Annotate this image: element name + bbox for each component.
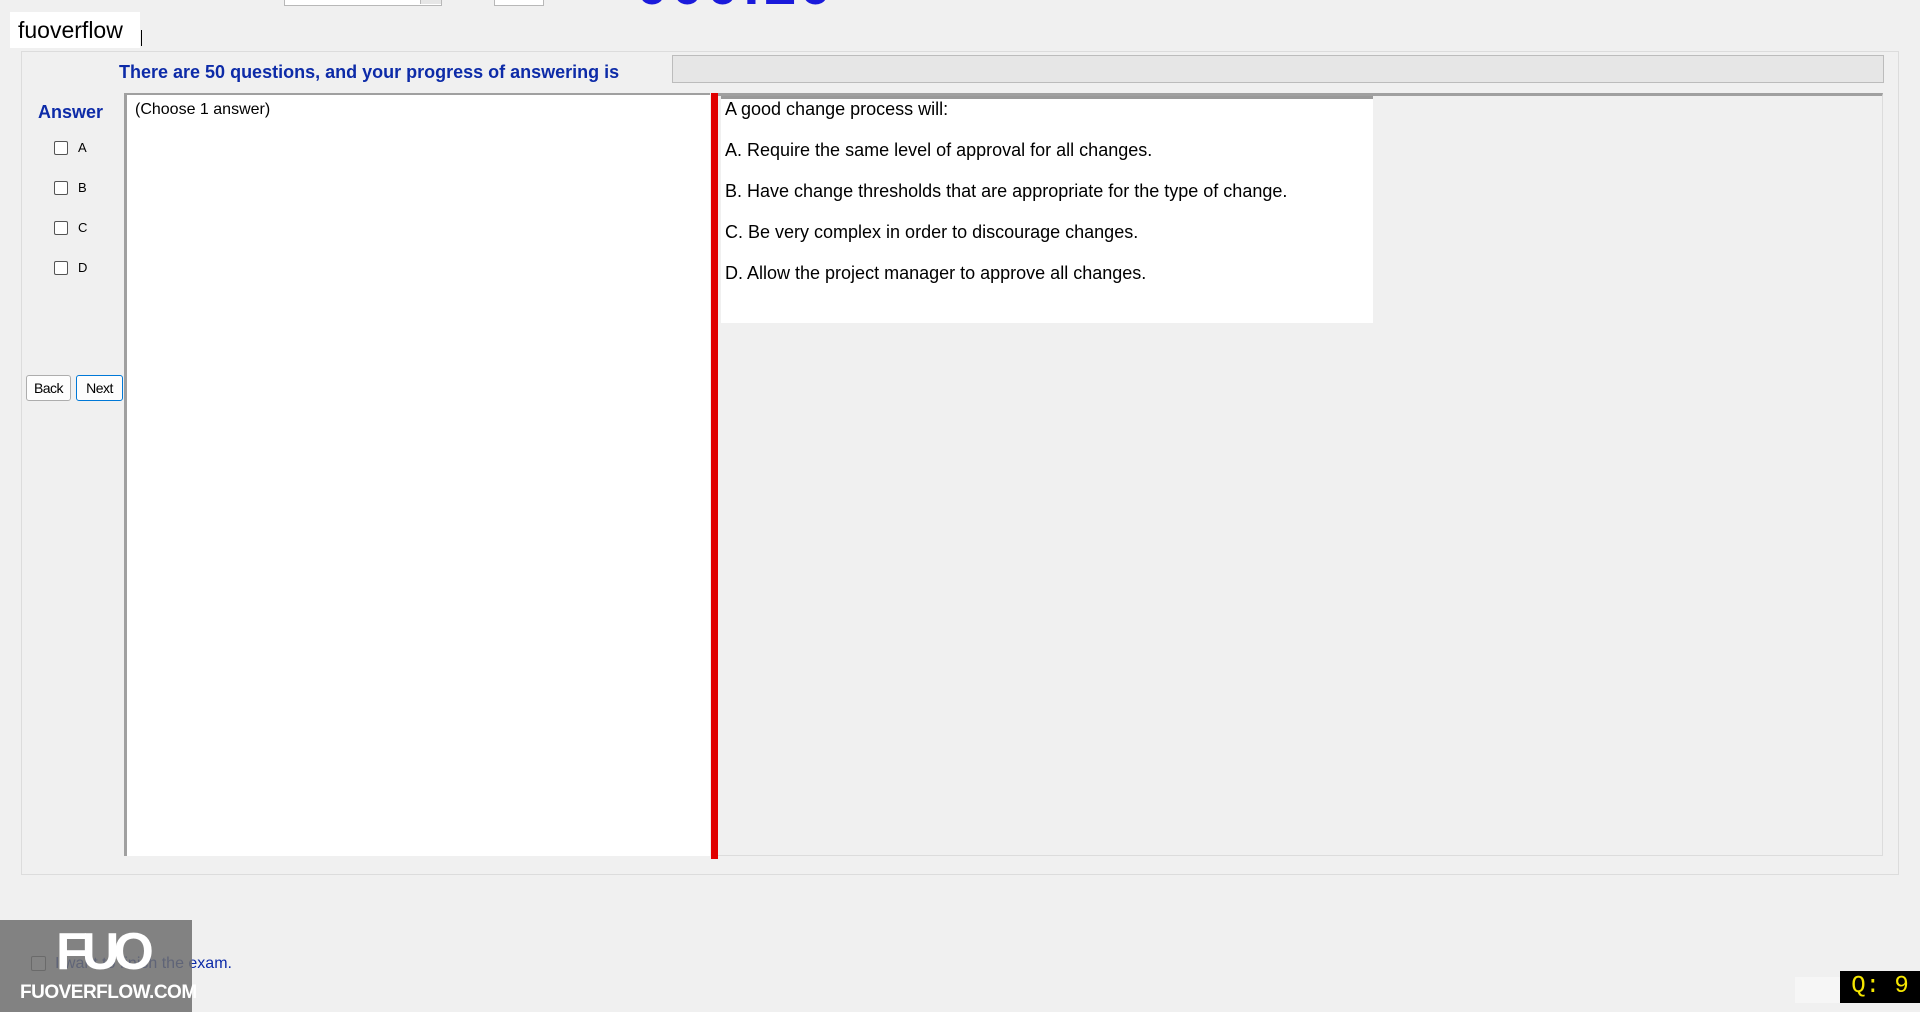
answer-option-b[interactable]: B (54, 180, 87, 195)
logo-text: FUOVERFLOW.COM (20, 982, 197, 1003)
answer-option-label: A (78, 140, 87, 155)
next-button[interactable]: Next (76, 375, 123, 401)
text-cursor (141, 30, 142, 46)
combobox-dropdown-button[interactable] (420, 0, 441, 4)
answer-notes-pane[interactable] (124, 93, 710, 856)
answer-option-label: B (78, 180, 87, 195)
checkbox-b[interactable] (54, 180, 68, 195)
answer-title: Answer (38, 102, 104, 122)
back-button[interactable]: Back (26, 375, 71, 401)
question-choice-c: C. Be very complex in order to discourag… (725, 222, 1139, 242)
checkbox-d[interactable] (54, 260, 68, 275)
question-choice-a: A. Require the same level of approval fo… (725, 140, 1153, 160)
question-number-badge: Q: 9 (1840, 971, 1920, 1003)
status-field (1795, 977, 1845, 1003)
answer-option-label: C (78, 220, 88, 235)
question-choice-b: B. Have change thresholds that are appro… (725, 181, 1288, 201)
answer-option-c[interactable]: C (54, 220, 87, 235)
question-box (721, 96, 1373, 323)
choose-instruction: (Choose 1 answer) (135, 101, 271, 118)
exam-code-combobox[interactable] (284, 0, 442, 6)
question-stem: A good change process will: (725, 99, 949, 119)
answer-option-d[interactable]: D (54, 260, 87, 275)
progress-label: There are 50 questions, and your progres… (119, 62, 620, 82)
progress-bar (672, 55, 1884, 83)
logo-mark-icon: FUO (56, 923, 154, 981)
answer-option-label: D (78, 260, 88, 275)
pane-splitter[interactable] (711, 93, 718, 859)
checkbox-c[interactable] (54, 220, 68, 235)
font-size-spinner[interactable] (494, 0, 544, 6)
checkbox-a[interactable] (54, 140, 68, 155)
question-choice-d: D. Allow the project manager to approve … (725, 263, 1147, 283)
brand-label: fuoverflow (10, 12, 140, 48)
countdown-timer: 000:20 (636, 0, 835, 14)
answer-option-a[interactable]: A (54, 140, 87, 155)
